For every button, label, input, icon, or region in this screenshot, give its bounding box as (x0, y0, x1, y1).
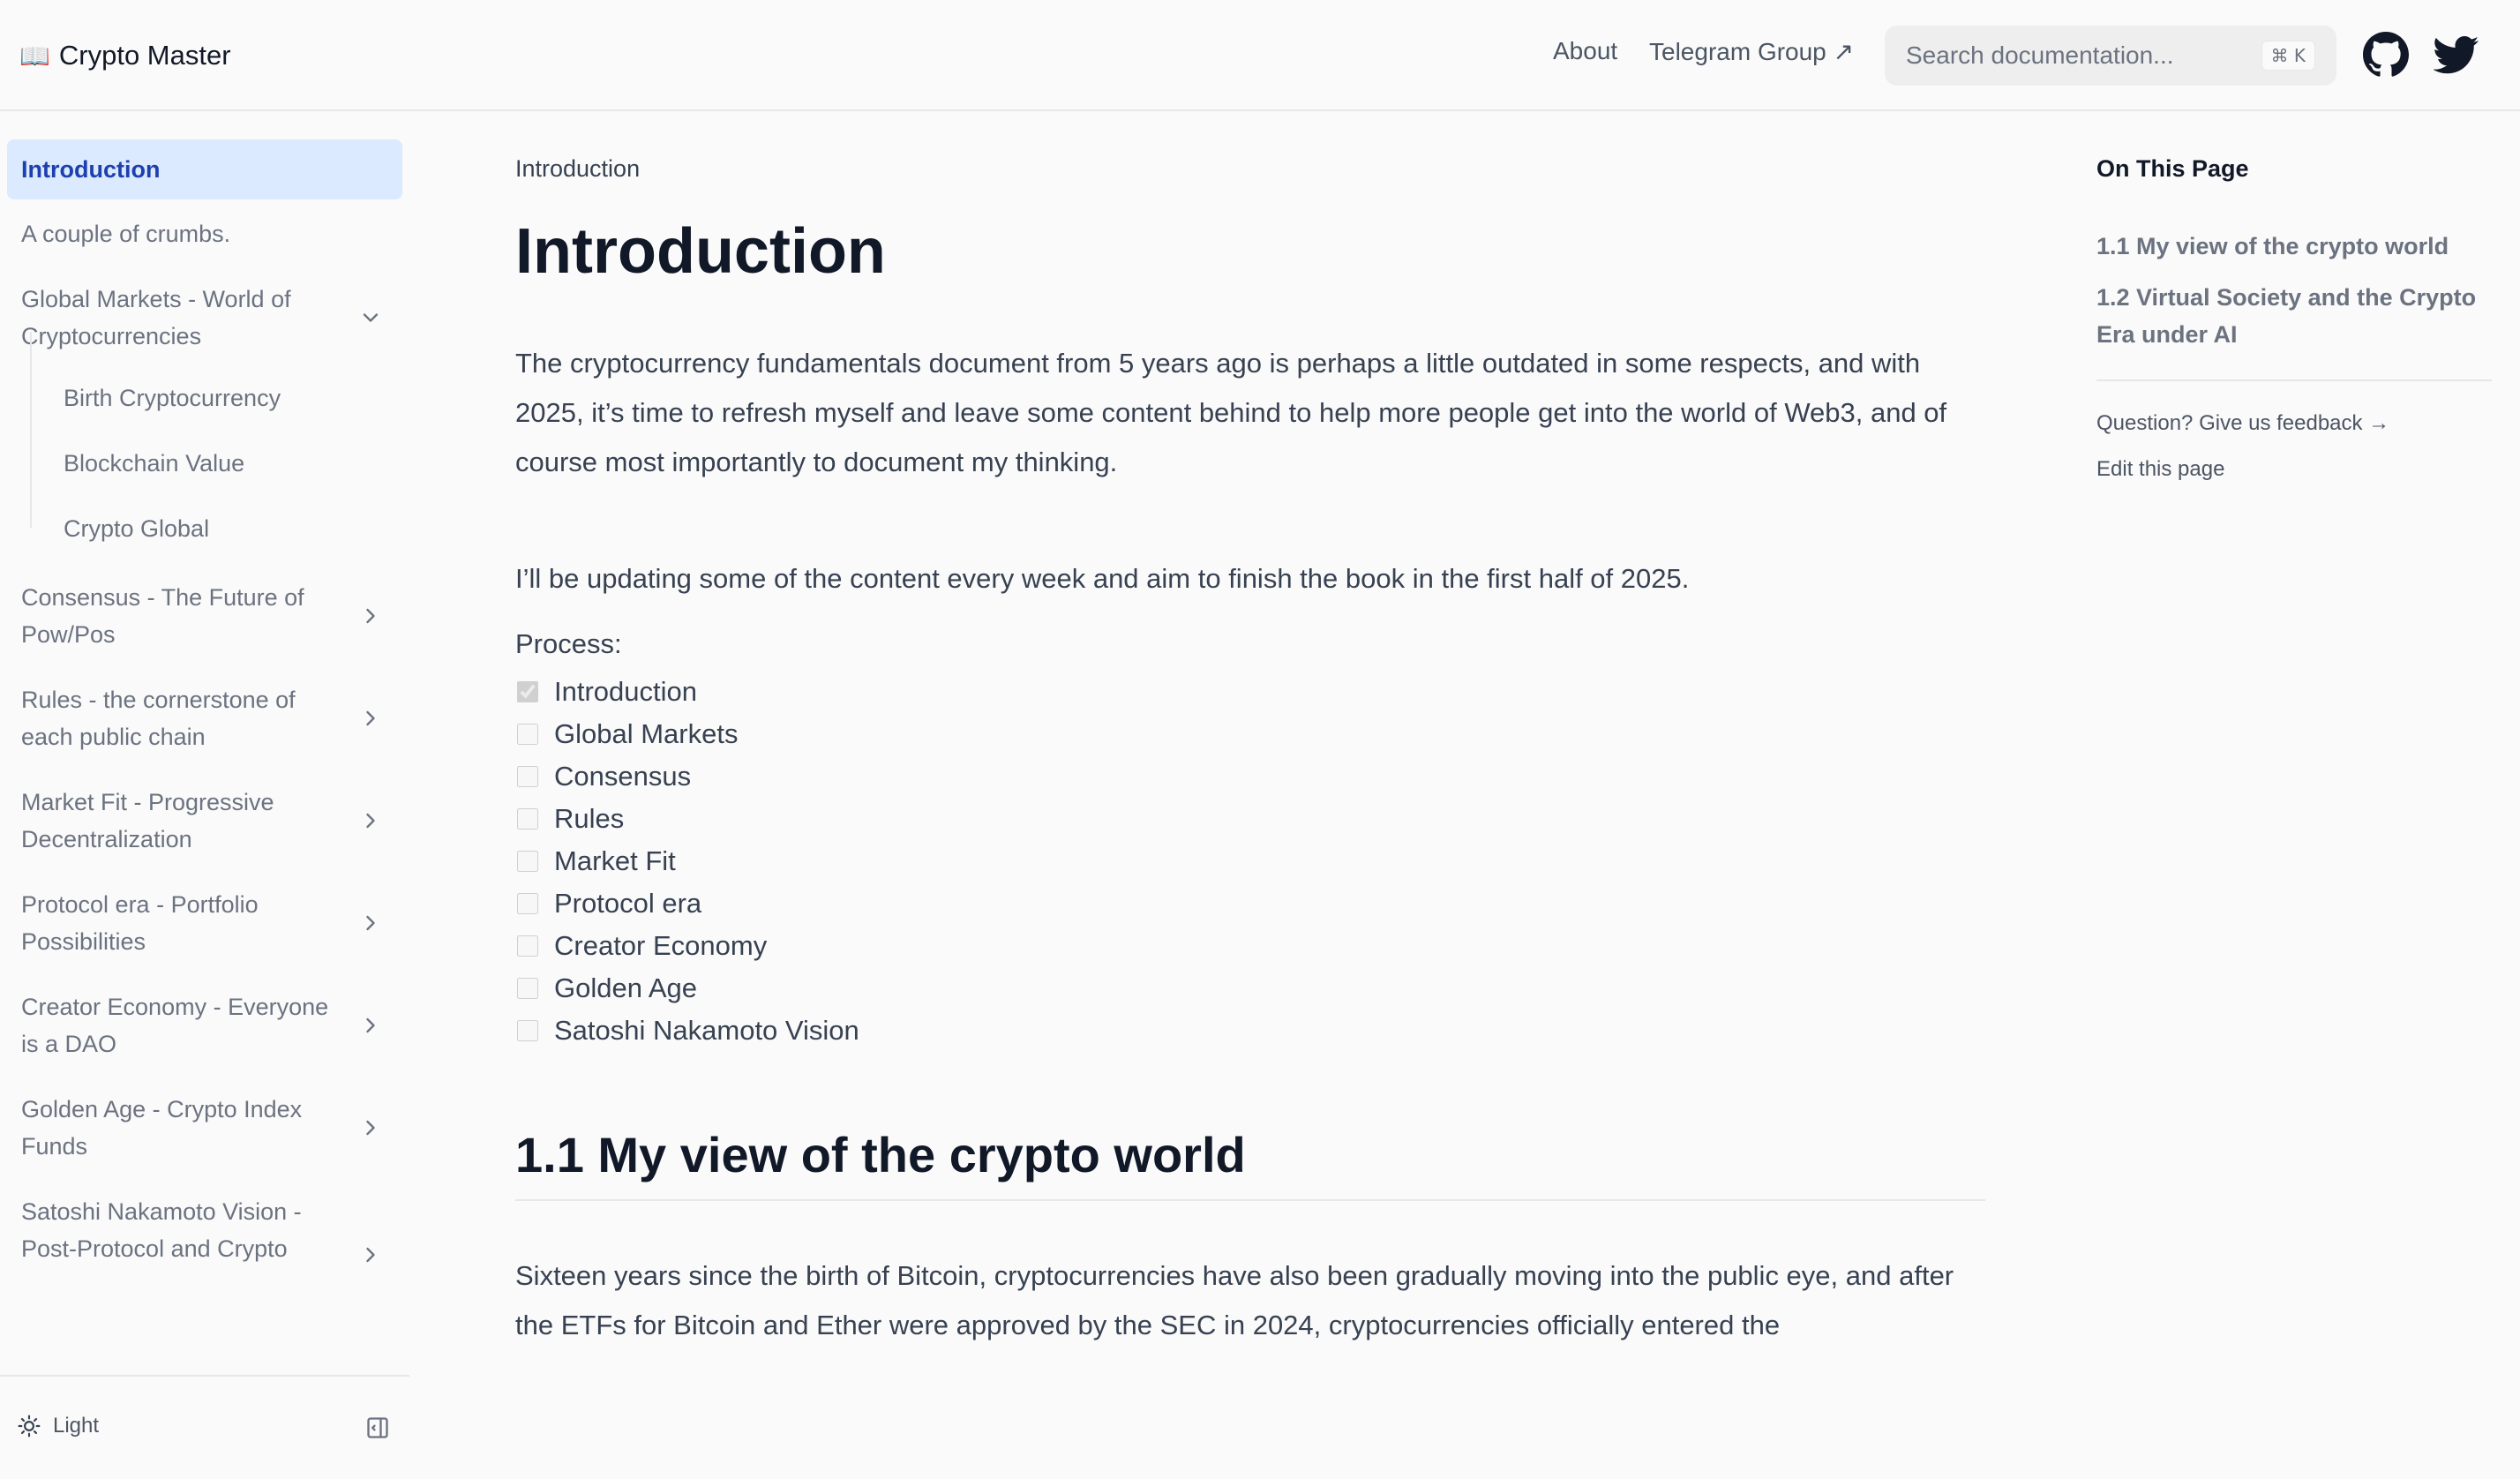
task-item: Protocol era (515, 882, 859, 925)
sidebar-subitem-crypto-global[interactable]: Crypto Global (64, 515, 209, 543)
theme-toggle-button[interactable]: Light (18, 1414, 99, 1438)
site-title: Crypto Master (58, 40, 231, 71)
twitter-icon[interactable] (2433, 32, 2479, 78)
task-checkbox[interactable] (517, 1020, 538, 1041)
breadcrumb[interactable]: Introduction (515, 155, 640, 183)
toc-title: On This Page (2096, 155, 2249, 182)
sidebar-item-label: A couple of crumbs. (21, 221, 231, 247)
task-item: Market Fit (515, 840, 859, 882)
task-checkbox[interactable] (517, 808, 538, 830)
task-label: Market Fit (554, 845, 676, 876)
sidebar-footer: Light (0, 1375, 409, 1479)
sun-icon (18, 1415, 41, 1438)
search-box[interactable]: ⌘ K (1885, 26, 2336, 86)
sidebar-item-market-fit[interactable]: Market Fit - Progressive Decentralizatio… (7, 784, 402, 858)
update-paragraph: I’ll be updating some of the content eve… (515, 563, 1690, 594)
task-checkbox[interactable] (517, 935, 538, 957)
task-checkbox[interactable] (517, 893, 538, 914)
edit-page-link[interactable]: Edit this page (2096, 457, 2224, 482)
sidebar-item-label: Global Markets - World of Cryptocurrenci… (21, 286, 291, 349)
book-icon: 📖 (19, 41, 50, 70)
search-input[interactable] (1906, 41, 2261, 70)
sidebar-item-introduction[interactable]: Introduction (7, 139, 402, 199)
chevron-right-icon[interactable] (358, 604, 383, 628)
nav-about-link[interactable]: About (1553, 37, 1617, 65)
sidebar-item-rules[interactable]: Rules - the cornerstone of each public c… (7, 681, 402, 755)
task-item: Consensus (515, 755, 859, 798)
sidebar-item-protocol-era[interactable]: Protocol era - Portfolio Possibilities (7, 886, 402, 960)
task-checkbox[interactable] (517, 681, 538, 702)
toc-link-1-1[interactable]: 1.1 My view of the crypto world (2096, 228, 2492, 265)
sidebar-item-crumbs[interactable]: A couple of crumbs. (7, 215, 402, 252)
sidebar-item-consensus[interactable]: Consensus - The Future of Pow/Pos (7, 579, 402, 653)
task-label: Consensus (554, 761, 692, 792)
task-label: Rules (554, 803, 625, 834)
chevron-right-icon[interactable] (358, 1115, 383, 1140)
sidebar-item-label: Introduction (21, 156, 161, 183)
sidebar-subitems-guide (30, 332, 32, 528)
task-label: Satoshi Nakamoto Vision (554, 1015, 859, 1046)
task-label: Introduction (554, 676, 697, 707)
sidebar-subitem-blockchain-value[interactable]: Blockchain Value (64, 450, 244, 477)
chevron-right-icon[interactable] (358, 808, 383, 833)
page-title: Introduction (515, 216, 886, 287)
task-checkbox[interactable] (517, 851, 538, 872)
theme-toggle-label: Light (53, 1414, 100, 1438)
task-label: Protocol era (554, 888, 702, 919)
sidebar-item-creator-economy[interactable]: Creator Economy - Everyone is a DAO (7, 988, 402, 1062)
sidebar-item-label: Creator Economy - Everyone is a DAO (21, 994, 329, 1057)
task-item: Introduction (515, 671, 859, 713)
sidebar-item-label: Protocol era - Portfolio Possibilities (21, 891, 259, 955)
section-heading-1-1: 1.1 My view of the crypto world (515, 1126, 1985, 1201)
process-label: Process: (515, 628, 622, 659)
sidebar-item-label: Satoshi Nakamoto Vision - Post-Protocol … (21, 1198, 302, 1262)
task-label: Creator Economy (554, 930, 768, 961)
process-task-list: Introduction Global Markets Consensus Ru… (515, 671, 859, 1052)
task-item: Golden Age (515, 967, 859, 1010)
sidebar-item-label: Golden Age - Crypto Index Funds (21, 1096, 303, 1160)
toc-divider (2096, 379, 2492, 381)
search-shortcut-badge: ⌘ K (2261, 41, 2315, 71)
sidebar-item-label: Consensus - The Future of Pow/Pos (21, 584, 304, 648)
task-label: Global Markets (554, 718, 739, 749)
task-item: Creator Economy (515, 925, 859, 967)
task-checkbox[interactable] (517, 766, 538, 787)
feedback-link[interactable]: Question? Give us feedback → (2096, 411, 2389, 436)
intro-paragraph: The cryptocurrency fundamentals document… (515, 348, 1947, 477)
sidebar-item-golden-age[interactable]: Golden Age - Crypto Index Funds (7, 1091, 402, 1165)
sidebar-collapse-icon[interactable] (365, 1415, 390, 1440)
sidebar-subitem-birth-cryptocurrency[interactable]: Birth Cryptocurrency (64, 385, 281, 412)
chevron-right-icon[interactable] (358, 706, 383, 731)
chevron-right-icon[interactable] (358, 1013, 383, 1038)
section-1-1-paragraph: Sixteen years since the birth of Bitcoin… (515, 1260, 1954, 1340)
task-item: Rules (515, 798, 859, 840)
sidebar-fade-overlay (0, 1294, 409, 1373)
task-label: Golden Age (554, 972, 698, 1003)
sidebar-nav: Introduction A couple of crumbs. Global … (0, 111, 409, 1479)
chevron-down-icon[interactable] (358, 305, 383, 330)
toc-link-1-2[interactable]: 1.2 Virtual Society and the Crypto Era u… (2096, 279, 2492, 353)
task-item: Satoshi Nakamoto Vision (515, 1010, 859, 1052)
top-navbar: 📖 Crypto Master About Telegram Group ↗ ⌘… (0, 0, 2520, 111)
site-logo[interactable]: 📖 Crypto Master (19, 34, 231, 78)
chevron-right-icon[interactable] (358, 1243, 383, 1267)
sidebar-item-satoshi-vision[interactable]: Satoshi Nakamoto Vision - Post-Protocol … (7, 1193, 402, 1267)
nav-telegram-link[interactable]: Telegram Group ↗ (1649, 37, 1854, 66)
task-checkbox[interactable] (517, 724, 538, 745)
github-icon[interactable] (2363, 32, 2409, 78)
sidebar-item-label: Market Fit - Progressive Decentralizatio… (21, 789, 274, 852)
task-checkbox[interactable] (517, 978, 538, 999)
sidebar-item-global-markets[interactable]: Global Markets - World of Cryptocurrenci… (7, 281, 402, 355)
sidebar-item-label: Rules - the cornerstone of each public c… (21, 687, 296, 750)
chevron-right-icon[interactable] (358, 911, 383, 935)
task-item: Global Markets (515, 713, 859, 755)
